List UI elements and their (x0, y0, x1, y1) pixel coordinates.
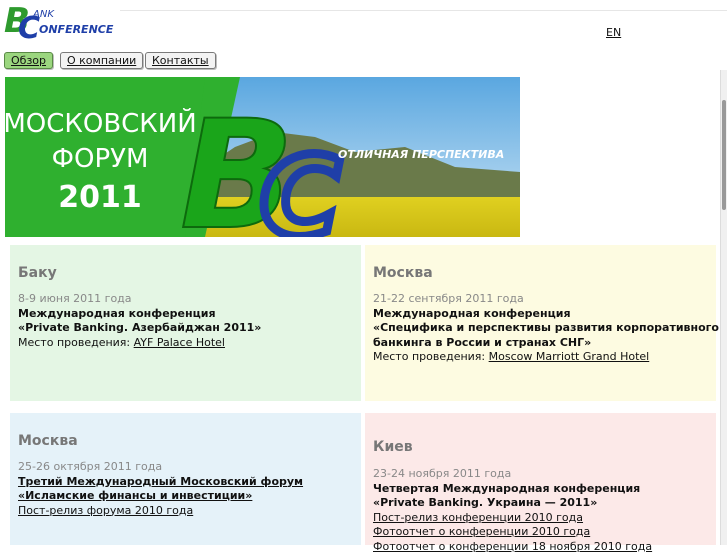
tab-overview-label: Обзор (11, 54, 47, 67)
venue-link[interactable]: AYF Palace Hotel (134, 336, 225, 349)
event-title-link-line1[interactable]: Третий Международный Московский форум (18, 475, 303, 488)
event-card-kiev: Киев 23-24 ноября 2011 года Четвертая Ме… (365, 413, 716, 553)
venue-label: Место проведения: (18, 335, 134, 349)
event-title-link-line2[interactable]: «Исламские финансы и инвестиции» (18, 489, 252, 502)
banner-tagline: ОТЛИЧНАЯ ПЕРСПЕКТИВА (338, 148, 504, 161)
bank-conference-logo[interactable]: B C ANK ONFERENCE (4, 2, 129, 40)
tab-about-label: О компании (67, 54, 137, 67)
forum-banner[interactable]: МОСКОВСКИЙ ФОРУМ 2011 B C ОТЛИЧНАЯ ПЕРСП… (5, 77, 520, 237)
event-card-moscow-corporate: Москва 21-22 сентября 2011 года Междунар… (365, 245, 719, 401)
logo-word-bank: ANK (32, 9, 55, 20)
event-title-line3: банкинга в России и странах СНГ» (373, 335, 592, 349)
event-title-line1: Четвертая Международная конференция (373, 481, 641, 495)
logo-word-conference: ONFERENCE (39, 23, 114, 36)
venue-label: Место проведения: (373, 350, 489, 363)
banner-title-line1: МОСКОВСКИЙ (5, 107, 197, 139)
event-title-line1: Международная конференция (18, 306, 216, 320)
event-date: 25-26 октября 2011 года (18, 460, 163, 473)
post-release-link[interactable]: Пост-релиз форума 2010 года (18, 504, 193, 517)
event-date: 23-24 ноября 2011 года (373, 467, 512, 480)
page-scrollbar[interactable] (720, 70, 727, 545)
tab-contacts-label: Контакты (152, 54, 209, 67)
banner-year: 2011 (58, 180, 142, 215)
header-divider (120, 10, 727, 11)
tab-contacts[interactable]: Контакты (145, 52, 216, 69)
photo-report-link[interactable]: Фотоотчет о конференции 2010 года (373, 525, 590, 538)
event-card-baku: Баку 8-9 июня 2011 года Международная ко… (10, 245, 361, 401)
event-title-line1: Международная конференция (373, 306, 571, 320)
post-release-link[interactable]: Пост-релиз конференции 2010 года (373, 511, 583, 524)
banner-title-line2: ФОРУМ (52, 144, 149, 174)
event-city: Москва (18, 433, 78, 449)
event-city: Киев (373, 439, 413, 455)
banner-logo-c: C (260, 133, 341, 237)
tab-about[interactable]: О компании (60, 52, 144, 69)
event-date: 8-9 июня 2011 года (18, 292, 132, 305)
photo-report-link-nov18[interactable]: Фотоотчет о конференции 18 ноября 2010 г… (373, 540, 652, 553)
scrollbar-thumb[interactable] (722, 100, 726, 210)
event-title-line2: «Private Banking. Украина — 2011» (373, 496, 598, 509)
event-city: Баку (18, 265, 57, 281)
event-title-line2: «Специфика и перспективы развития корпор… (373, 321, 719, 334)
language-switch-en[interactable]: EN (606, 26, 621, 39)
tab-overview[interactable]: Обзор (4, 52, 54, 69)
event-city: Москва (373, 265, 433, 281)
event-card-moscow-islamic: Москва 25-26 октября 2011 года Третий Ме… (10, 413, 361, 545)
venue-link[interactable]: Moscow Marriott Grand Hotel (489, 350, 650, 363)
event-date: 21-22 сентября 2011 года (373, 292, 524, 305)
event-title-line2: «Private Banking. Азербайджан 2011» (18, 321, 262, 334)
header: B C ANK ONFERENCE EN (0, 0, 727, 44)
